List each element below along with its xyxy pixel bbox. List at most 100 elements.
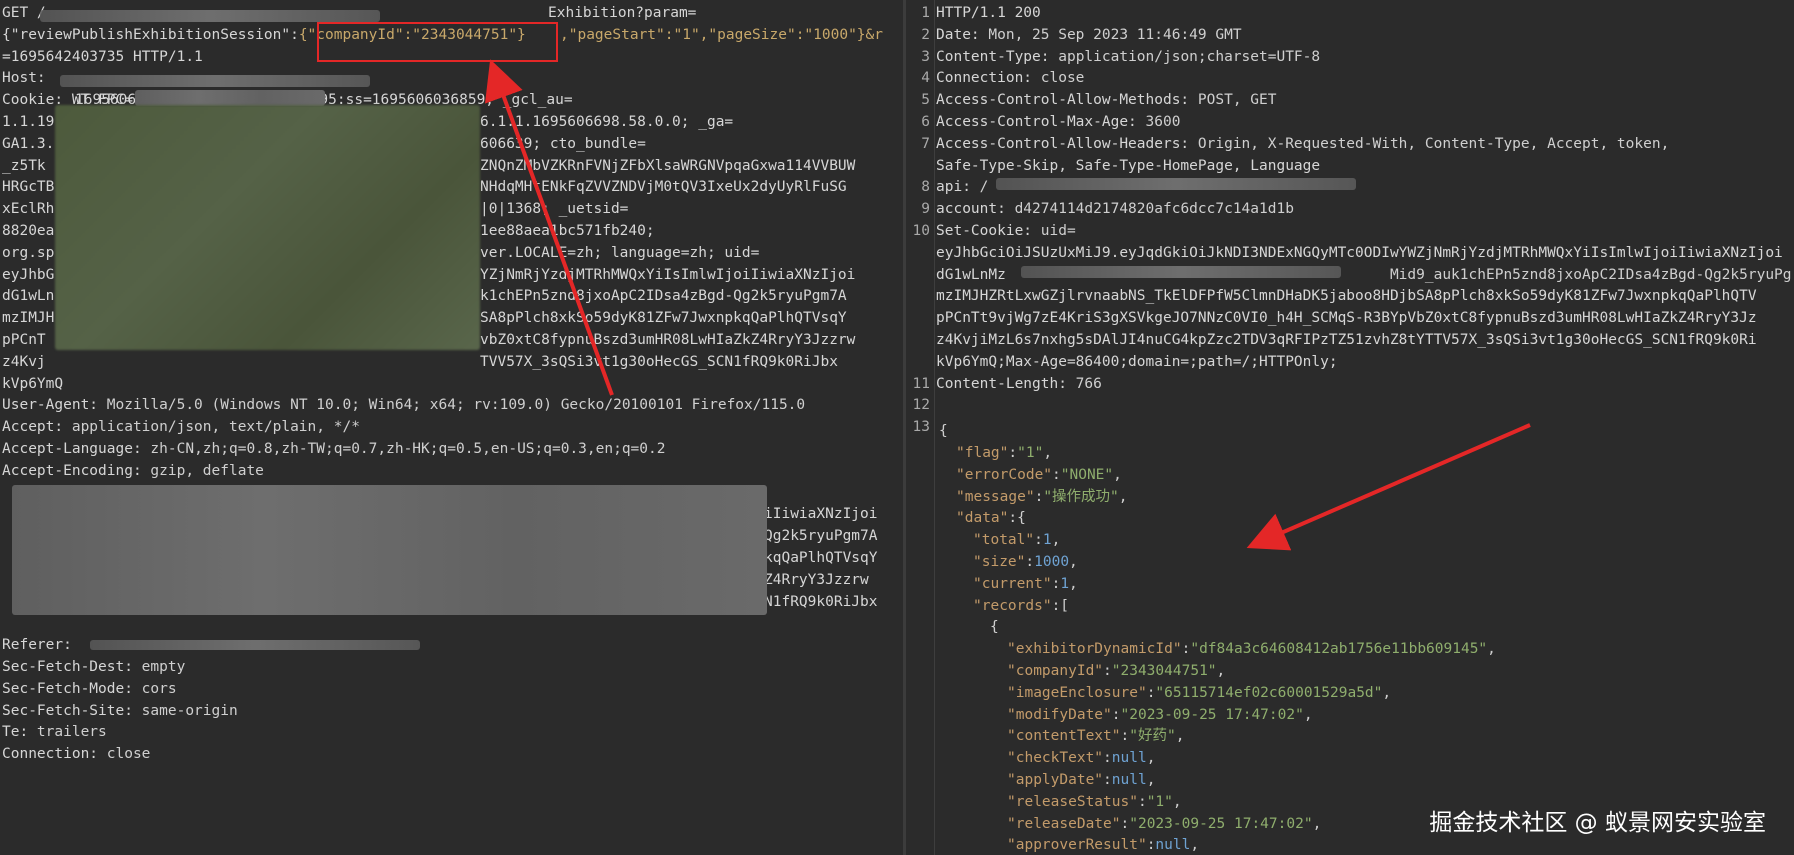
request-line[interactable]: z4Kvj — [2, 351, 46, 373]
request-line[interactable]: Sec-Fetch-Mode: cors — [2, 678, 177, 700]
request-line[interactable]: User-Agent: Mozilla/5.0 (Windows NT 10.0… — [2, 394, 805, 416]
request-line[interactable]: Accept-Language: zh-CN,zh;q=0.8,zh-TW;q=… — [2, 438, 665, 460]
header-name: mzIMJH — [2, 310, 55, 327]
json-line[interactable]: "modifyDate":"2023-09-25 17:47:02", — [1007, 704, 1313, 726]
response-header-line[interactable]: Set-Cookie: uid= — [936, 220, 1076, 242]
request-line[interactable]: pPCnT — [2, 329, 46, 351]
json-punct: : — [1120, 815, 1130, 832]
header-name: Set-Cookie: — [936, 223, 1033, 239]
redacted-referer — [90, 640, 420, 650]
json-line[interactable]: "flag":"1", — [956, 442, 1052, 464]
request-line[interactable]: Connection: close — [2, 743, 150, 765]
request-line[interactable]: 8820ea — [2, 220, 54, 242]
json-line[interactable]: "total":1, — [973, 529, 1060, 551]
response-pane[interactable]: 1 2 3 4 5 6 7 8 9 10 11 12 13 HTTP/1.1 200 Date: Mon,… — [906, 0, 1794, 855]
response-header-line[interactable]: account: d4274114d2174820afc6dcc7c14a1d1… — [936, 198, 1294, 220]
response-header-line[interactable]: HTTP/1.1 200 — [936, 2, 1041, 24]
header-name: Referer: — [2, 637, 72, 654]
request-line-tail: ,"pageStart":"1","pageSize":"1000"}&r — [560, 26, 884, 43]
response-header-line[interactable]: z4KvjiMzL6s7nxhg5sDAlJI4nuCG4kpZzc2TDV3q… — [936, 329, 1757, 351]
response-header-line[interactable]: Connection: close — [936, 67, 1084, 89]
line-number: 7 — [921, 135, 930, 152]
request-line[interactable]: Te: trailers — [2, 721, 107, 743]
request-line[interactable]: dG1wLn — [2, 285, 54, 307]
json-value: "df84a3c64608412ab1756e11bb609145" — [1190, 641, 1488, 658]
header-name: dG1wLnMz — [936, 266, 1006, 283]
header-name: Accept: — [2, 419, 64, 436]
header-value: / — [970, 179, 989, 196]
json-line[interactable]: "records":[ — [973, 595, 1069, 617]
json-line[interactable]: "contentText":"好药", — [1007, 725, 1184, 747]
request-line[interactable]: mzIMJH — [2, 307, 54, 329]
response-header-line[interactable]: Content-Length: 766 — [936, 373, 1102, 395]
request-line-tail: 6.1.1.1695606698.58.0.0; _ga= — [480, 114, 734, 130]
request-line[interactable]: eyJhbG — [2, 264, 54, 286]
json-line[interactable]: "imageEnclosure":"65115714ef02c60001529a… — [1007, 682, 1391, 704]
request-line[interactable]: 1.1.19 — [2, 111, 54, 133]
request-line-tail: ZNQnZMbVZKRnFVNjZFbXlsaWRGNVpqaGxwa114VV… — [480, 157, 856, 174]
response-header-line[interactable]: Access-Control-Max-Age: 3600 — [936, 111, 1180, 133]
request-line[interactable]: Accept: application/json, text/plain, */… — [2, 416, 360, 438]
response-header-line[interactable]: mzIMJHZRtLxwGZjlrvnaabNS_TkElDFPfW5ClmnD… — [936, 285, 1757, 307]
json-line[interactable]: "checkText":null, — [1007, 747, 1155, 769]
request-line[interactable]: =1695642403735 HTTP/1.1 — [2, 46, 203, 68]
json-line[interactable]: { — [939, 420, 948, 442]
response-header-line[interactable]: Access-Control-Allow-Methods: POST, GET — [936, 89, 1276, 111]
header-name: kVp6YmQ — [2, 375, 64, 392]
request-line[interactable]: _z5Tk — [2, 155, 46, 177]
request-line[interactable]: org.sp — [2, 242, 54, 264]
header-value: Mozilla/5.0 (Windows NT 10.0; Win64; x64… — [98, 397, 806, 414]
json-line[interactable]: "size":1000, — [973, 551, 1078, 573]
json-line[interactable]: { — [990, 616, 999, 638]
json-line[interactable]: "data":{ — [956, 507, 1026, 529]
header-name: org.sp — [2, 244, 55, 261]
request-pane[interactable]: GET / Exhibition?param= {"reviewPublishExh… — [0, 0, 903, 855]
json-key: "contentText" — [1007, 728, 1121, 745]
json-line[interactable]: "message":"操作成功", — [956, 486, 1128, 508]
json-key: "message" — [956, 488, 1035, 505]
json-line[interactable]: "errorCode":"NONE", — [956, 464, 1122, 486]
header-value: d4274114d2174820afc6dcc7c14a1d1b — [1005, 201, 1294, 218]
json-line[interactable]: "exhibitorDynamicId":"df84a3c64608412ab1… — [1007, 638, 1496, 660]
header-value: same-origin — [132, 702, 238, 719]
json-punct: : — [1137, 793, 1147, 810]
header-name: Date: — [936, 26, 980, 43]
header-value: POST, GET — [1189, 92, 1277, 109]
response-header-line[interactable]: Date: Mon, 25 Sep 2023 11:46:49 GMT — [936, 24, 1242, 46]
response-header-line[interactable]: Safe-Type-Skip, Safe-Type-HomePage, Lang… — [936, 155, 1320, 177]
json-punct: , — [1303, 706, 1313, 723]
header-name: Sec-Fetch-Site: — [2, 702, 133, 719]
header-name: dG1wLn — [2, 288, 55, 305]
json-line[interactable]: "applyDate":null, — [1007, 769, 1155, 791]
response-header-line[interactable]: api: / — [936, 176, 988, 198]
line-number: 10 — [912, 223, 930, 239]
line-number: 6 — [921, 114, 930, 130]
request-line[interactable]: GA1.3. — [2, 133, 54, 155]
json-line[interactable]: "approverResult":null, — [1007, 834, 1199, 855]
response-header-line[interactable]: Access-Control-Allow-Headers: Origin, X-… — [936, 133, 1669, 155]
json-punct: { — [939, 423, 948, 440]
json-punct: , — [1172, 793, 1182, 810]
request-line[interactable]: Accept-Encoding: gzip, deflate — [2, 460, 264, 482]
header-name: _z5Tk — [2, 157, 46, 174]
json-line[interactable]: "releaseStatus":"1", — [1007, 791, 1182, 813]
header-name: account: — [936, 201, 1006, 218]
response-header-line[interactable]: kVp6YmQ;Max-Age=86400;domain=;path=/;HTT… — [936, 351, 1338, 373]
json-punct: , — [1312, 815, 1322, 832]
response-header-line[interactable]: Content-Type: application/json;charset=U… — [936, 46, 1320, 68]
request-line[interactable]: HRGcTB — [2, 176, 54, 198]
response-header-line[interactable]: pPCnTt9vjWg7zE4KriS3gXSVkgeJO7NNzC0VI0_h… — [936, 307, 1757, 329]
request-line[interactable]: kVp6YmQ — [2, 373, 63, 395]
request-line[interactable]: Sec-Fetch-Dest: empty — [2, 656, 185, 678]
request-line[interactable]: Host: — [2, 67, 46, 89]
json-punct: , — [1113, 466, 1122, 483]
request-line-tail: 1ee88aea1bc571fb240; — [480, 223, 655, 239]
json-line[interactable]: "companyId":"2343044751", — [1007, 660, 1225, 682]
response-header-line[interactable]: eyJhbGciOiJSUzUxMiJ9.eyJqdGkiOiJkNDI3NDE… — [936, 242, 1783, 264]
request-line[interactable]: Sec-Fetch-Site: same-origin — [2, 700, 238, 722]
request-line-tail: Qg2k5ryuPgm7A — [764, 528, 878, 545]
request-line[interactable]: xEclRh — [2, 198, 54, 220]
json-line[interactable]: "releaseDate":"2023-09-25 17:47:02", — [1007, 813, 1321, 835]
json-line[interactable]: "current":1, — [973, 573, 1078, 595]
request-line[interactable]: Referer: — [2, 634, 72, 656]
